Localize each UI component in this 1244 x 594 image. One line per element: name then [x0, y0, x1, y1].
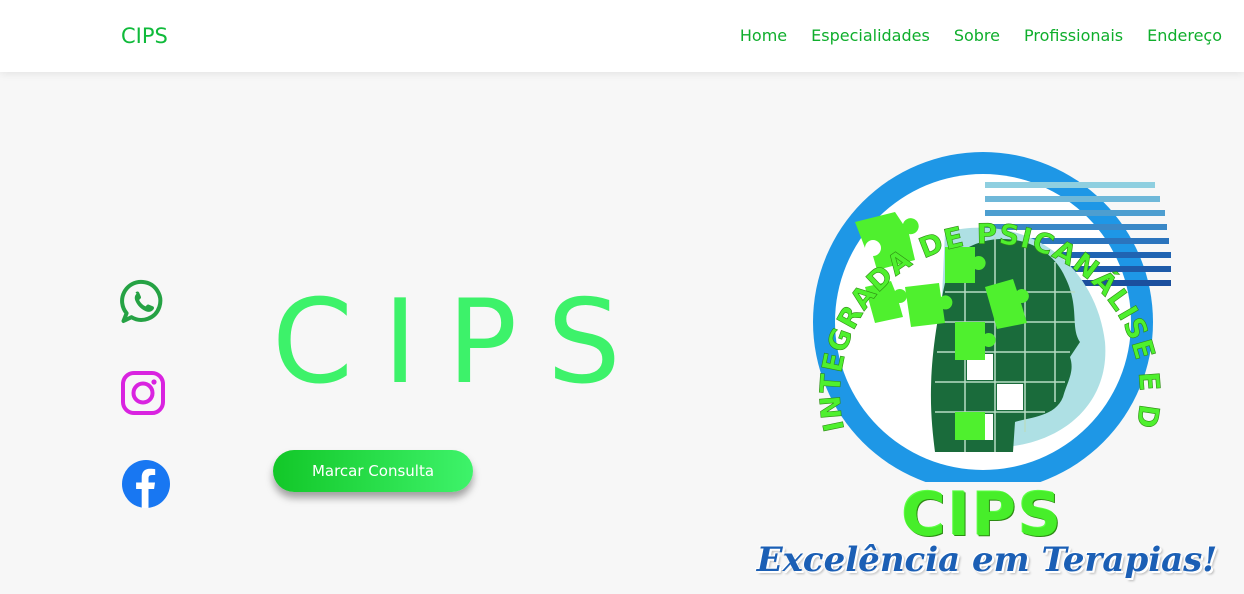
clinic-logo-emblem: CLÍNICA INTEGRADA DE PSICANÁLISE E DA SA…	[732, 85, 1171, 492]
instagram-link[interactable]	[120, 370, 166, 416]
facebook-icon	[122, 460, 170, 508]
top-navbar: CIPS Home Especialidades Sobre Profissio…	[0, 0, 1244, 72]
nav-link-profissionais[interactable]: Profissionais	[1024, 26, 1123, 45]
logo-tagline: Excelência em Terapias!	[756, 540, 1218, 580]
book-appointment-button[interactable]: Marcar Consulta	[273, 450, 473, 492]
instagram-icon	[121, 371, 165, 415]
nav-links: Home Especialidades Sobre Profissionais …	[740, 26, 1222, 45]
facebook-link[interactable]	[120, 458, 172, 510]
nav-link-especialidades[interactable]: Especialidades	[811, 26, 930, 45]
nav-link-endereco[interactable]: Endereço	[1147, 26, 1222, 45]
nav-link-home[interactable]: Home	[740, 26, 787, 45]
whatsapp-link[interactable]	[120, 279, 166, 325]
whatsapp-icon	[120, 279, 163, 323]
hero-title: CIPS	[272, 275, 651, 410]
clinic-logo: CLÍNICA INTEGRADA DE PSICANÁLISE E DA SA…	[732, 85, 1230, 594]
brand-link[interactable]: CIPS	[121, 24, 168, 48]
nav-link-sobre[interactable]: Sobre	[954, 26, 1000, 45]
